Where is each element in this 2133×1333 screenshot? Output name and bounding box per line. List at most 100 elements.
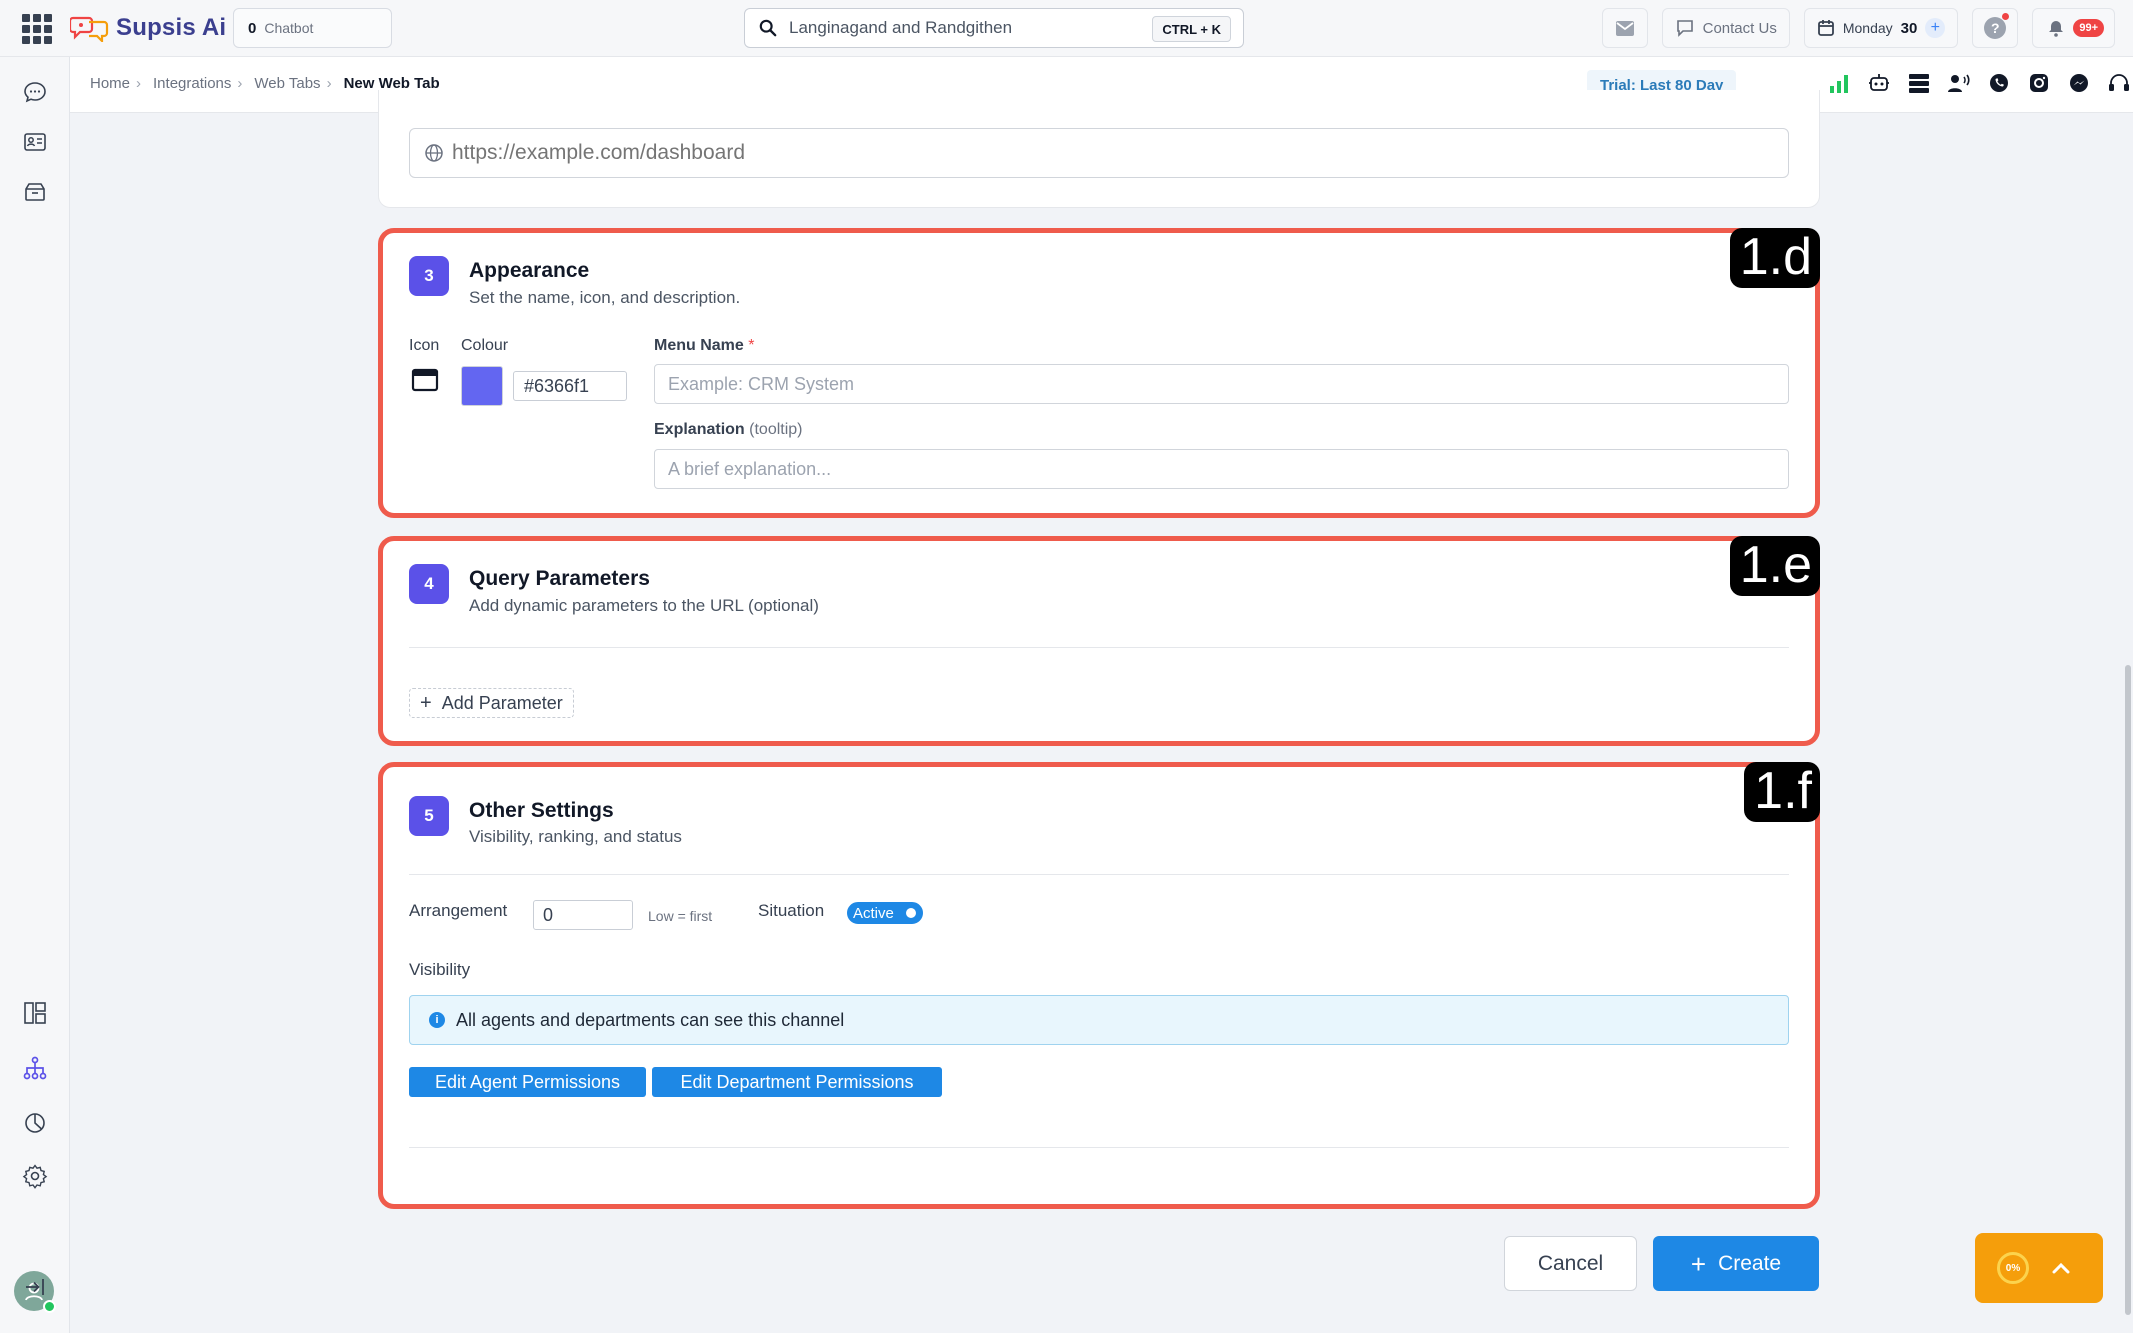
chat-bubble-icon	[1676, 20, 1693, 37]
search-input[interactable]	[789, 18, 1149, 38]
section-title: Query Parameters	[469, 567, 650, 590]
explanation-hint: (tooltip)	[749, 421, 803, 438]
visibility-info-box: i All agents and departments can see thi…	[409, 995, 1789, 1045]
breadcrumb-separator: ›	[237, 75, 243, 92]
logo-bubbles-icon	[70, 16, 109, 42]
pie-chart-icon	[25, 1113, 45, 1133]
help-icon: ?	[1984, 13, 2010, 39]
breadcrumb-separator: ›	[136, 75, 142, 92]
arrangement-label: Arrangement	[409, 901, 508, 920]
sidebar-integrations[interactable]	[20, 1053, 50, 1083]
signal-bars-icon[interactable]	[1825, 69, 1853, 97]
top-bar: Supsis Ai 0 Chatbot CTRL + K Contact Us …	[0, 0, 2133, 57]
channel-icons	[1825, 69, 2133, 97]
sidebar-logout[interactable]	[20, 1272, 50, 1302]
whatsapp-icon[interactable]	[1985, 69, 2013, 97]
globe-icon	[425, 144, 443, 162]
icon-label: Icon	[409, 337, 440, 354]
browser-window-icon	[411, 368, 439, 392]
explanation-label-text: Explanation	[654, 421, 745, 438]
visibility-info-text: All agents and departments can see this …	[456, 1009, 845, 1030]
colour-swatch[interactable]	[461, 366, 503, 406]
chat-icon	[24, 82, 46, 103]
appearance-section: 1.d 3 Appearance Set the name, icon, and…	[378, 228, 1820, 518]
headset-icon[interactable]	[2105, 69, 2133, 97]
annotation-label: 1.d	[1729, 228, 1820, 288]
server-stack-icon[interactable]	[1905, 69, 1933, 97]
section-subtitle: Add dynamic parameters to the URL (optio…	[469, 596, 819, 615]
edit-department-permissions-button[interactable]: Edit Department Permissions	[652, 1067, 942, 1097]
gear-icon	[22, 1164, 48, 1189]
visibility-label: Visibility	[409, 960, 471, 979]
apps-grid-icon[interactable]	[22, 14, 52, 44]
section-divider	[409, 1147, 1789, 1148]
icon-picker[interactable]	[411, 367, 439, 398]
messenger-icon[interactable]	[2065, 69, 2093, 97]
help-button[interactable]: ?	[1972, 8, 2019, 48]
chevron-up-icon[interactable]	[2051, 1261, 2071, 1275]
add-event-icon[interactable]: +	[1925, 18, 1946, 38]
section-subtitle: Set the name, icon, and description.	[469, 288, 741, 307]
arrangement-input[interactable]: 0	[533, 900, 633, 930]
breadcrumb-web-tabs[interactable]: Web Tabs	[254, 75, 320, 92]
url-input[interactable]	[452, 141, 1752, 165]
step-badge: 5	[409, 796, 449, 836]
chatbot-counter[interactable]: 0 Chatbot	[233, 8, 392, 48]
progress-ring: 0%	[1997, 1252, 2029, 1284]
team-icon[interactable]	[1945, 69, 1973, 97]
situation-value: Active	[853, 904, 894, 922]
sidebar-archive[interactable]	[20, 177, 50, 207]
add-parameter-button[interactable]: + Add Parameter	[409, 688, 574, 718]
step-badge: 3	[409, 256, 449, 296]
contact-us-button[interactable]: Contact Us	[1661, 8, 1790, 48]
calendar-day: Monday	[1842, 20, 1893, 36]
notification-badge: 99+	[2073, 19, 2104, 37]
brand-logo[interactable]: Supsis Ai	[70, 12, 226, 44]
contact-card-icon	[24, 133, 46, 151]
explanation-label: Explanation (tooltip)	[654, 421, 803, 439]
inbox-button[interactable]	[1601, 8, 1648, 48]
add-parameter-label: Add Parameter	[441, 692, 563, 713]
global-search[interactable]: CTRL + K	[744, 8, 1244, 48]
notifications-button[interactable]: 99+	[2032, 8, 2115, 48]
search-icon	[759, 19, 777, 37]
menu-name-label-text: Menu Name	[654, 337, 744, 354]
sidebar-settings[interactable]	[20, 1161, 50, 1191]
calendar-date: 30	[1900, 19, 1918, 37]
edit-agent-permissions-button[interactable]: Edit Agent Permissions	[409, 1067, 646, 1097]
breadcrumb-integrations[interactable]: Integrations	[153, 75, 231, 92]
plus-icon: +	[1690, 1248, 1707, 1279]
section-divider	[409, 647, 1789, 648]
url-field[interactable]	[409, 128, 1789, 178]
chatbot-count: 0	[248, 19, 257, 37]
calendar-widget[interactable]: Monday 30 +	[1803, 8, 1959, 48]
calendar-icon	[1817, 20, 1834, 36]
logout-icon	[26, 1279, 44, 1295]
annotation-label: 1.f	[1744, 762, 1820, 822]
sidebar-reports[interactable]	[20, 1108, 50, 1138]
progress-widget[interactable]: 0%	[1975, 1233, 2103, 1303]
mail-icon	[1615, 21, 1634, 36]
arrangement-hint: Low = first	[648, 908, 713, 924]
sidebar-contacts[interactable]	[20, 127, 50, 157]
section-title: Other Settings	[469, 799, 614, 822]
create-button[interactable]: + Create	[1653, 1236, 1819, 1291]
bell-icon	[2049, 21, 2064, 37]
info-icon: i	[429, 1012, 445, 1028]
archive-box-icon	[25, 183, 45, 201]
layout-panels-icon	[24, 1002, 46, 1024]
menu-name-input[interactable]: Example: CRM System	[654, 364, 1789, 404]
situation-toggle[interactable]: Active	[847, 902, 923, 924]
robot-icon[interactable]	[1865, 69, 1893, 97]
sidebar-layout[interactable]	[20, 998, 50, 1028]
sidebar-chats[interactable]	[20, 77, 50, 107]
instagram-icon[interactable]	[2025, 69, 2053, 97]
cancel-button[interactable]: Cancel	[1504, 1236, 1637, 1291]
other-settings-section: 1.f 5 Other Settings Visibility, ranking…	[378, 762, 1820, 1209]
create-label: Create	[1718, 1251, 1782, 1275]
page-scrollbar[interactable]	[2125, 665, 2131, 1315]
section-divider	[409, 874, 1789, 875]
colour-hex-input[interactable]: #6366f1	[513, 371, 627, 401]
explanation-input[interactable]: A brief explanation...	[654, 449, 1789, 489]
breadcrumb-home[interactable]: Home	[90, 75, 130, 92]
